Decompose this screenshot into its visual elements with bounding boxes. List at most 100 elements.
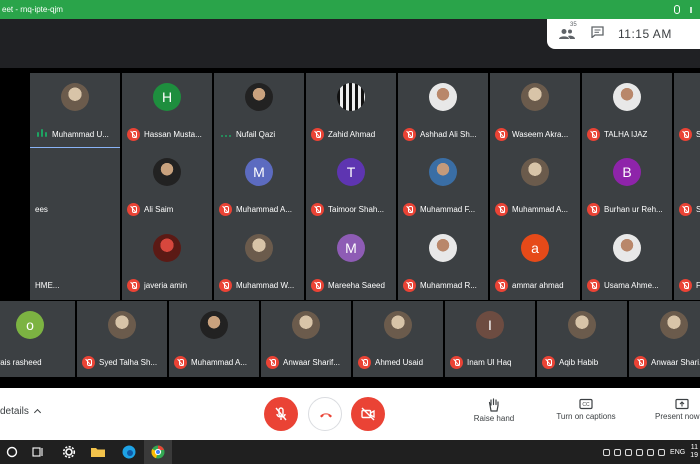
- participant-tile[interactable]: Anwaar Shari...: [629, 301, 700, 377]
- participant-name: Aqib Habib: [559, 357, 599, 367]
- taskbar-clock[interactable]: 11 19: [690, 444, 698, 460]
- participant-tile[interactable]: M Muhammad A...: [214, 148, 304, 224]
- participant-label: Anwaar Sharif...: [261, 355, 351, 369]
- participant-avatar: [429, 83, 457, 111]
- people-button[interactable]: 35: [559, 22, 579, 41]
- mic-muted-icon: [587, 202, 600, 216]
- participant-tile[interactable]: H Hassan Musta...: [122, 73, 212, 149]
- mic-muted-icon: [634, 355, 647, 369]
- participant-tile[interactable]: Syed Talha Sh...: [77, 301, 167, 377]
- settings-gear-icon[interactable]: [61, 444, 77, 460]
- mic-off-icon: [275, 407, 287, 421]
- participant-name: Burhan ur Reh...: [604, 204, 663, 214]
- captions-icon: CC: [579, 398, 593, 410]
- browser-menu-icon[interactable]: [690, 6, 692, 13]
- mic-indicator-icon[interactable]: [674, 5, 680, 14]
- participant-tile[interactable]: TALHA IJAZ: [582, 73, 672, 149]
- participant-tile[interactable]: I Inam Ul Haq: [445, 301, 535, 377]
- participant-tile[interactable]: Muhammad A...: [490, 148, 580, 224]
- captions-button[interactable]: CC Turn on captions: [551, 398, 621, 421]
- participant-label: Anwaar Shari...: [629, 355, 700, 369]
- mic-muted-icon: [266, 355, 279, 369]
- camera-toggle-button[interactable]: [351, 397, 385, 431]
- participant-tile[interactable]: HME...: [30, 224, 120, 300]
- participant-name: Muhammad A...: [191, 357, 248, 367]
- participant-tile[interactable]: Muhammad A...: [169, 301, 259, 377]
- mic-muted-icon: [311, 202, 324, 216]
- participant-tile[interactable]: Usama Ahme...: [582, 224, 672, 300]
- participant-avatar: [521, 158, 549, 186]
- meeting-controls-bar: details Raise hand CC Turn on captions P…: [0, 388, 700, 440]
- participant-tile[interactable]: Fahad Sadiq: [674, 224, 700, 300]
- participant-tile[interactable]: Anwaar Sharif...: [261, 301, 351, 377]
- participant-label: Ahmed Usaid: [353, 355, 443, 369]
- participant-avatar: [521, 83, 549, 111]
- participant-label: Muhammad U...: [30, 127, 120, 141]
- participant-tile[interactable]: o owais rasheed: [0, 301, 75, 377]
- language-indicator[interactable]: ENG: [670, 449, 685, 456]
- chevron-up-icon: [33, 408, 41, 417]
- tray-icons[interactable]: [603, 448, 666, 456]
- participant-avatar: a: [521, 234, 549, 262]
- present-now-button[interactable]: Present now: [655, 398, 700, 421]
- participant-avatar: T: [337, 158, 365, 186]
- participant-name: Hassan Musta...: [144, 129, 202, 139]
- participant-label: Muhammad A...: [490, 202, 580, 216]
- mic-muted-icon: [219, 202, 232, 216]
- participant-tile[interactable]: Ahmed Usaid: [353, 301, 443, 377]
- participant-label: Hassan Musta...: [122, 127, 212, 141]
- participant-tile[interactable]: javeria amin: [122, 224, 212, 300]
- participant-tile[interactable]: Muhammad F...: [398, 148, 488, 224]
- chat-button[interactable]: [591, 25, 604, 43]
- mic-muted-icon: [311, 278, 324, 292]
- participant-label: Muhammad F...: [398, 202, 488, 216]
- meet-window: eet - rnq-ipte-qjm 35 11:15 AM Muhammad …: [0, 0, 700, 464]
- participant-tile[interactable]: B Burhan ur Reh...: [582, 148, 672, 224]
- participant-name: Ahmed Usaid: [375, 357, 424, 367]
- active-taskbar-app[interactable]: [144, 440, 172, 464]
- mic-muted-icon: [219, 278, 232, 292]
- participant-label: Burhan ur Reh...: [582, 202, 672, 216]
- file-explorer-icon[interactable]: [90, 444, 106, 460]
- participant-label: Nufail Qazi: [214, 127, 304, 141]
- participant-tile[interactable]: Muhammad W...: [214, 224, 304, 300]
- participant-tile[interactable]: Aqib Habib: [537, 301, 627, 377]
- participant-label: HME...: [30, 278, 120, 292]
- participant-tile[interactable]: Zahid Ahmad: [306, 73, 396, 149]
- mic-muted-icon: [127, 127, 140, 141]
- participant-tile[interactable]: Waseem Akra...: [490, 73, 580, 149]
- participant-tile[interactable]: T Taimoor Shah...: [306, 148, 396, 224]
- edge-browser-icon[interactable]: [121, 444, 137, 460]
- participant-tile[interactable]: a ammar ahmad: [490, 224, 580, 300]
- meeting-details-toggle[interactable]: details: [0, 406, 41, 417]
- participant-tile[interactable]: S: [674, 73, 700, 149]
- mic-muted-icon: [495, 202, 508, 216]
- participant-tile[interactable]: SShabahat Has...: [674, 148, 700, 224]
- present-icon: [675, 398, 689, 410]
- participant-tile[interactable]: Muhammad U...: [30, 73, 120, 149]
- search-circle-icon[interactable]: [4, 444, 20, 460]
- participant-name: Fahad Sadiq: [696, 280, 700, 290]
- participant-label: Muhammad W...: [214, 278, 304, 292]
- task-view-icon[interactable]: [30, 444, 46, 460]
- raise-hand-button[interactable]: Raise hand: [470, 398, 518, 423]
- participant-name: Anwaar Shari...: [651, 357, 700, 367]
- mic-muted-icon: [679, 202, 692, 216]
- participant-tile[interactable]: Nufail Qazi: [214, 73, 304, 149]
- participant-tile[interactable]: Ashhad Ali Sh...: [398, 73, 488, 149]
- mic-muted-icon: [495, 127, 508, 141]
- participant-tile[interactable]: ees: [30, 148, 120, 224]
- leave-call-button[interactable]: [308, 397, 342, 431]
- participant-tile[interactable]: Muhammad R...: [398, 224, 488, 300]
- taskbar-date: 19: [690, 452, 698, 459]
- participant-avatar: I: [476, 311, 504, 339]
- participant-label: Muhammad A...: [214, 202, 304, 216]
- participant-tile[interactable]: M Mareeha Saeed: [306, 224, 396, 300]
- chat-icon: [591, 26, 604, 39]
- tab-title[interactable]: eet - rnq-ipte-qjm: [2, 5, 63, 14]
- mic-toggle-button[interactable]: [264, 397, 298, 431]
- participant-count: 35: [570, 22, 577, 28]
- participant-tile[interactable]: Ali Saim: [122, 148, 212, 224]
- participant-grid: Muhammad U... H Hassan Musta... Nufail Qazi…: [0, 68, 700, 388]
- mic-muted-icon: [174, 355, 187, 369]
